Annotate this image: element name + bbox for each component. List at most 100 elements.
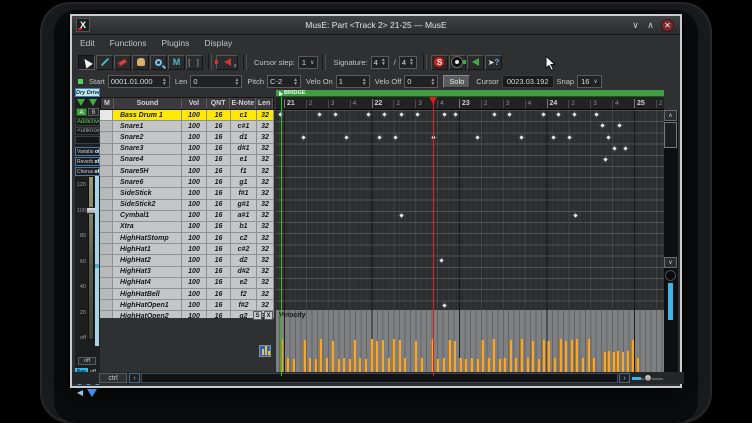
title-bar[interactable]: X MusE: Part <Track 2> 21-25 — MusE ∨ ∧ … xyxy=(72,16,680,35)
close-button[interactable]: ✕ xyxy=(661,19,674,32)
drum-note[interactable] xyxy=(550,133,557,140)
drum-note[interactable] xyxy=(602,156,609,163)
drum-note[interactable] xyxy=(392,133,399,140)
velocity-bar[interactable] xyxy=(559,339,562,374)
drum-row-highhatstomp[interactable]: HighHatStomp10016c232 xyxy=(100,233,274,244)
drum-row-highhatbell[interactable]: HighHatBell10016f232 xyxy=(100,289,274,300)
snap-select[interactable]: 16 ∨ xyxy=(577,75,602,88)
drum-note[interactable] xyxy=(343,133,350,140)
chorus-fx-button[interactable]: Chorus off xyxy=(75,167,100,176)
velocity-bar[interactable] xyxy=(398,340,401,374)
drum-row-sidestick[interactable]: SideStick10016f#132 xyxy=(100,188,274,199)
velocity-bar[interactable] xyxy=(481,340,484,374)
timeline-ruler[interactable]: 21234222342323424234252 xyxy=(276,97,664,110)
velocity-bar[interactable] xyxy=(319,339,322,374)
velocity-bar[interactable] xyxy=(331,341,334,374)
line-draw-tool-button[interactable]: M xyxy=(168,55,185,70)
drum-row-highhatopen2[interactable]: HighHatOpen210016g232 xyxy=(100,311,274,318)
drum-note[interactable] xyxy=(365,111,372,118)
maximize-button[interactable]: ∧ xyxy=(644,19,657,32)
drum-note[interactable] xyxy=(398,212,405,219)
velocity-bar[interactable] xyxy=(547,341,550,374)
drum-note[interactable] xyxy=(518,133,525,140)
drum-note[interactable] xyxy=(381,111,388,118)
drum-note[interactable] xyxy=(332,111,339,118)
minimize-button[interactable]: ∨ xyxy=(629,19,642,32)
velocity-bar[interactable] xyxy=(603,352,606,374)
drum-row-highhat1[interactable]: HighHat110016c#232 xyxy=(100,244,274,255)
drum-row-snare2[interactable]: Snare210016d132 xyxy=(100,132,274,143)
whats-this-button[interactable]: ➤? xyxy=(485,55,502,70)
collapse-arrow-icon[interactable] xyxy=(87,389,97,397)
velocity-bar[interactable] xyxy=(607,351,610,374)
drum-note[interactable] xyxy=(599,122,606,129)
velocity-bar[interactable] xyxy=(626,351,629,374)
scroll-left-button[interactable]: ‹ xyxy=(129,373,140,383)
synth-name-label[interactable]: Addictive D xyxy=(75,118,100,126)
hzoom-slider-knob[interactable] xyxy=(644,374,652,382)
drum-row-cymbal1[interactable]: Cymbal110016a#132 xyxy=(100,211,274,222)
eraser-tool-button[interactable] xyxy=(114,55,131,70)
velocity-bar[interactable] xyxy=(587,339,590,374)
velocity-bar[interactable] xyxy=(381,340,384,374)
drum-row-snare5h[interactable]: Snare5H10016f132 xyxy=(100,166,274,177)
drum-note[interactable] xyxy=(441,111,448,118)
cursor-step-select[interactable]: 1 ∨ xyxy=(298,56,319,69)
velocity-bar[interactable] xyxy=(621,352,624,374)
velocity-bar[interactable] xyxy=(531,341,534,374)
controller-s-button[interactable]: S xyxy=(253,311,262,320)
layer-b-button[interactable]: B xyxy=(88,108,99,116)
drum-row-highhatopen1[interactable]: HighHatOpen110016f#232 xyxy=(100,300,274,311)
drum-note[interactable] xyxy=(540,111,547,118)
velo-on-spinbox[interactable]: 1 ▲▼ xyxy=(336,75,370,88)
drum-note[interactable] xyxy=(474,133,481,140)
horizontal-scroll-track[interactable] xyxy=(141,373,618,383)
velocity-panel[interactable]: Velocity xyxy=(276,310,664,376)
velocity-bar[interactable] xyxy=(375,341,378,374)
drum-note[interactable] xyxy=(566,133,573,140)
scroll-up-button[interactable]: ∧ xyxy=(664,110,677,121)
drum-note[interactable] xyxy=(571,111,578,118)
drum-event-grid[interactable] xyxy=(276,110,664,310)
velocity-bar[interactable] xyxy=(616,351,619,374)
drum-note[interactable] xyxy=(593,111,600,118)
menu-edit[interactable]: Edit xyxy=(80,38,95,48)
drum-note[interactable] xyxy=(376,133,383,140)
drum-note[interactable] xyxy=(611,145,618,152)
drum-note[interactable] xyxy=(572,212,579,219)
velocity-bar[interactable] xyxy=(631,340,634,374)
drum-note[interactable] xyxy=(452,111,459,118)
patch-name-button[interactable]: Dry Drive2 xyxy=(75,88,100,97)
drum-note[interactable] xyxy=(622,145,629,152)
drum-row-snare1[interactable]: Snare110016c#132 xyxy=(100,121,274,132)
volume-fader-track[interactable] xyxy=(88,176,94,340)
drum-row-snare6[interactable]: Snare610016g132 xyxy=(100,177,274,188)
drum-row-highhat3[interactable]: HighHat310016d#232 xyxy=(100,267,274,278)
input-route-icon[interactable] xyxy=(77,99,85,106)
drum-note[interactable] xyxy=(616,122,623,129)
velocity-bar[interactable] xyxy=(448,340,451,374)
start-spinbox[interactable]: 0001.01.000 ▲▼ xyxy=(108,75,170,88)
velocity-bar[interactable] xyxy=(520,339,523,374)
zoom-tool-button[interactable] xyxy=(150,55,167,70)
output-route-icon[interactable] xyxy=(89,99,97,106)
velocity-bar[interactable] xyxy=(370,339,373,374)
velocity-bar[interactable] xyxy=(612,352,615,374)
drum-note[interactable] xyxy=(300,133,307,140)
velocity-bar[interactable] xyxy=(564,341,567,374)
velo-off-spinbox[interactable]: 0 ▲▼ xyxy=(404,75,438,88)
controller-close-button[interactable]: X xyxy=(264,311,273,320)
pencil-tool-button[interactable] xyxy=(96,55,113,70)
controller-select-icon[interactable] xyxy=(259,345,271,357)
vertical-scrollbar[interactable]: ∧ ∨ xyxy=(664,110,678,376)
velocity-bar[interactable] xyxy=(509,340,512,374)
scroll-down-button[interactable]: ∨ xyxy=(664,257,677,268)
pitch-spinbox[interactable]: C-2 ▲▼ xyxy=(267,75,301,88)
menu-display[interactable]: Display xyxy=(204,38,232,48)
step-record-button[interactable]: S xyxy=(431,55,448,70)
range-tool-button[interactable]: [ ] xyxy=(186,55,203,70)
menu-plugins[interactable]: Plugins xyxy=(162,38,190,48)
ctrl-button[interactable]: ctrl xyxy=(99,373,127,383)
vertical-zoom-knob[interactable] xyxy=(665,270,676,281)
velocity-bar[interactable] xyxy=(492,339,495,374)
